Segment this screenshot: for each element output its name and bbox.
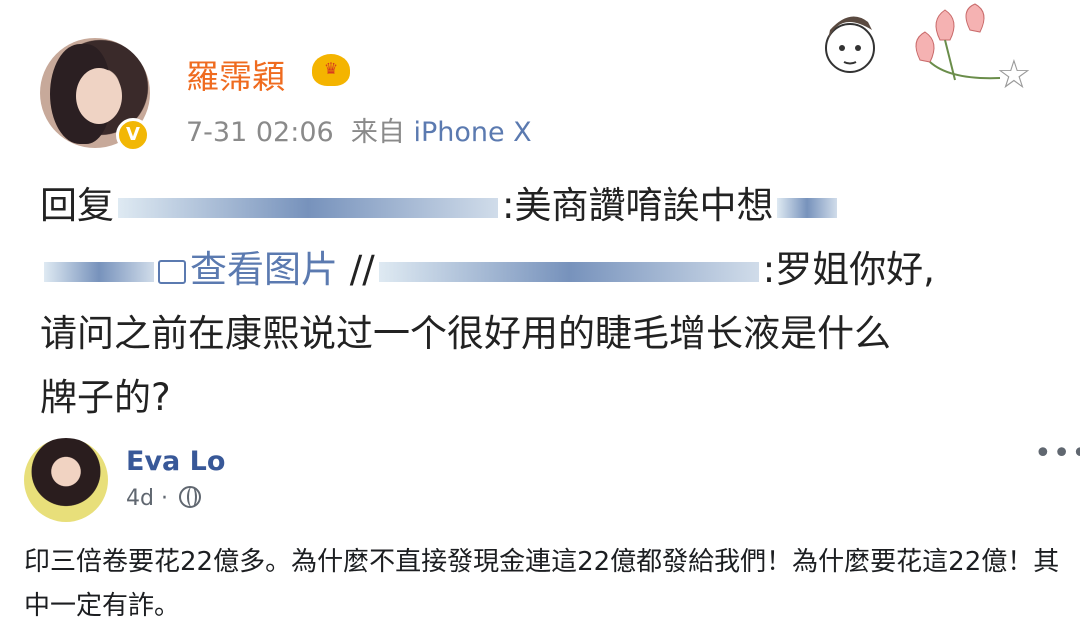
star-icon[interactable]: ☆ [996,52,1032,98]
line-4: 牌子的? [40,376,171,419]
redacted-text [777,197,838,218]
weibo-post-text: 回复 :美商讚唷誒中想 查看图片 // :罗姐你好, 请问之前在康熙说过一个很好用的… [40,174,1050,430]
view-image-link[interactable]: 查看图片 [158,248,338,291]
image-icon [158,260,186,284]
line-2: 查看图片 // :罗姐你好, [40,238,1050,302]
line-1: 回复 :美商讚唷誒中想 [40,174,1050,238]
post-age[interactable]: 4d [126,486,154,511]
redacted-username [118,197,498,218]
more-icon[interactable]: ••• [1034,436,1080,471]
reply-text: :美商讚唷誒中想 [502,184,774,227]
facebook-meta: 4d · [126,486,201,511]
post-time: 7-31 02:06 [186,117,334,148]
globe-icon [178,486,201,508]
redacted-text [44,261,154,282]
line-3: 请问之前在康熙说过一个很好用的睫毛增长液是什么 [40,312,891,355]
lotus-flower-icon [915,3,1001,81]
view-image-label: 查看图片 [190,248,338,291]
cartoon-face-icon [825,16,875,73]
verified-badge-icon: V [116,118,150,152]
reply-text: :罗姐你好, [762,248,935,291]
post-source[interactable]: iPhone X [413,117,531,148]
redacted-username [378,261,759,282]
separator: // [349,248,375,291]
source-prefix: 来自 [350,117,405,148]
weibo-meta: 7-31 02:06 来自 iPhone X [186,110,532,149]
weibo-username[interactable]: 羅霈穎 [186,50,285,98]
facebook-avatar[interactable] [24,438,108,522]
facebook-username[interactable]: Eva Lo [126,446,225,477]
meta-dot: · [160,486,168,511]
crown-icon: ♛ [312,54,350,86]
reply-prefix: 回复 [40,184,114,227]
facebook-post-text: 印三倍卷要花22億多。為什麼不直接發現金連這22億都發給我們！為什麼要花這22億… [24,547,1060,621]
